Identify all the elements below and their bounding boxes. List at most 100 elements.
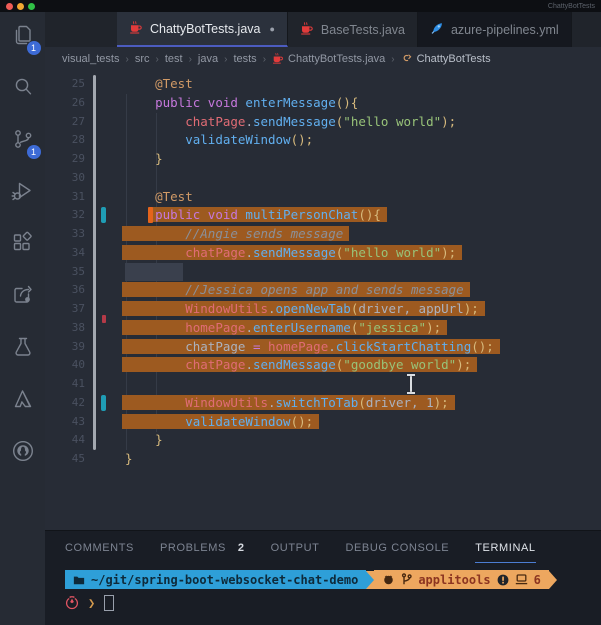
code-line[interactable]: 25 @Test <box>45 75 601 94</box>
line-number[interactable]: 26 <box>45 94 85 113</box>
line-number[interactable]: 43 <box>45 413 85 432</box>
line-number[interactable]: 30 <box>45 169 85 188</box>
window-title: ChattyBotTests <box>548 3 595 10</box>
tab-label: ChattyBotTests.java <box>150 22 260 36</box>
activity-bar-item-source-control[interactable]: 1 <box>8 126 38 156</box>
code-line[interactable]: 26 public void enterMessage(){ <box>45 94 601 113</box>
bottom-panel: COMMENTS PROBLEMS2 OUTPUT DEBUG CONSOLE TERM… <box>45 530 601 625</box>
breadcrumb-item[interactable]: test <box>165 53 183 65</box>
gutter-marker-red <box>102 315 106 323</box>
code-text: chatPage.sendMessage("goodbye world"); <box>125 356 601 375</box>
search-icon <box>10 74 36 105</box>
line-number[interactable]: 27 <box>45 113 85 132</box>
line-number[interactable]: 28 <box>45 131 85 150</box>
code-line[interactable]: 41 <box>45 375 601 394</box>
line-number[interactable]: 33 <box>45 225 85 244</box>
panel-tab-problems[interactable]: PROBLEMS2 <box>160 531 245 563</box>
code-line[interactable]: 40 chatPage.sendMessage("goodbye world")… <box>45 356 601 375</box>
terminal[interactable]: ~/git/spring-boot-websocket-chat-demo <box>45 563 601 625</box>
panel-tab-label: COMMENTS <box>65 542 134 554</box>
activity-bar-item-extensions[interactable] <box>8 230 38 260</box>
code-line[interactable]: 32 public void multiPersonChat(){ <box>45 206 601 225</box>
line-number[interactable]: 41 <box>45 375 85 394</box>
selection-stub <box>125 263 183 282</box>
panel-tab-terminal[interactable]: TERMINAL <box>475 531 535 563</box>
editor[interactable]: 25 @Test26 public void enterMessage(){27… <box>45 71 601 530</box>
activity-bar-item-run-debug[interactable] <box>8 178 38 208</box>
code-line[interactable]: 31 @Test <box>45 188 601 207</box>
tab-label: BaseTests.java <box>321 23 405 37</box>
github-octocat-icon <box>382 573 395 586</box>
line-number[interactable]: 29 <box>45 150 85 169</box>
code-text: //Jessica opens app and sends message <box>125 281 601 300</box>
code-line[interactable]: 35 <box>45 263 601 282</box>
code-line[interactable]: 33 //Angie sends message <box>45 225 601 244</box>
line-number[interactable]: 32 <box>45 206 85 225</box>
line-number[interactable]: 35 <box>45 263 85 282</box>
minimize-window-button[interactable] <box>17 3 24 10</box>
breadcrumb-item[interactable]: java <box>198 53 218 65</box>
panel-tab-output[interactable]: OUTPUT <box>271 531 320 563</box>
line-number[interactable]: 38 <box>45 319 85 338</box>
code-line[interactable]: 43 validateWindow(); <box>45 413 601 432</box>
code-line[interactable]: 38 homePage.enterUsername("jessica"); <box>45 319 601 338</box>
panel-tab-debug-console[interactable]: DEBUG CONSOLE <box>345 531 449 563</box>
code-line[interactable]: 37 WindowUtils.openNewTab(driver, appUrl… <box>45 300 601 319</box>
breadcrumb-separator: › <box>189 54 192 65</box>
code-line[interactable]: 42 WindowUtils.switchToTab(driver, 1); <box>45 394 601 413</box>
panel-tab-comments[interactable]: COMMENTS <box>65 531 134 563</box>
editor-tab-2[interactable]: BaseTests.java <box>288 12 418 47</box>
breadcrumb-item[interactable]: src <box>135 53 150 65</box>
code-line[interactable]: 36 //Jessica opens app and sends message <box>45 281 601 300</box>
code-line[interactable]: 34 chatPage.sendMessage("hello world"); <box>45 244 601 263</box>
panel-tab-bar: COMMENTS PROBLEMS2 OUTPUT DEBUG CONSOLE TERM… <box>45 531 601 563</box>
problems-count-badge: 2 <box>238 542 245 554</box>
line-number[interactable]: 37 <box>45 300 85 319</box>
code-line[interactable]: 30 <box>45 169 601 188</box>
activity-bar-item-test-beaker[interactable] <box>8 334 38 364</box>
activity-bar-item-azure[interactable] <box>8 386 38 416</box>
selection-highlight: WindowUtils.openNewTab(driver, appUrl); <box>125 301 479 316</box>
line-number[interactable]: 39 <box>45 338 85 357</box>
editor-tab-1[interactable]: ChattyBotTests.java ● <box>117 12 288 47</box>
code-line[interactable]: 39 chatPage = homePage.clickStartChattin… <box>45 338 601 357</box>
breadcrumb-item[interactable]: visual_tests <box>62 53 119 65</box>
selection-highlight: chatPage.sendMessage("hello world"); <box>125 245 456 260</box>
activity-bar-item-search[interactable] <box>8 74 38 104</box>
breadcrumb-label: visual_tests <box>62 53 119 65</box>
activity-bar-item-github[interactable] <box>8 438 38 468</box>
breadcrumb-item[interactable]: tests <box>233 53 256 65</box>
close-window-button[interactable] <box>6 3 13 10</box>
breadcrumb-item[interactable]: ChattyBotTests <box>401 52 491 67</box>
line-number[interactable]: 34 <box>45 244 85 263</box>
line-number[interactable]: 25 <box>45 75 85 94</box>
line-number[interactable]: 42 <box>45 394 85 413</box>
line-number[interactable]: 36 <box>45 281 85 300</box>
line-number[interactable]: 40 <box>45 356 85 375</box>
code-line[interactable]: 28 validateWindow(); <box>45 131 601 150</box>
code-line[interactable]: 44 } <box>45 431 601 450</box>
breadcrumb-separator: › <box>224 54 227 65</box>
dirty-indicator[interactable]: ● <box>269 24 274 34</box>
java-symbol-icon <box>272 52 284 67</box>
activity-bar-item-share[interactable] <box>8 282 38 312</box>
code-text: @Test <box>125 188 601 207</box>
gutter-marker-teal <box>101 207 106 223</box>
zoom-window-button[interactable] <box>28 3 35 10</box>
code-line[interactable]: 29 } <box>45 150 601 169</box>
activity-bar-item-explorer[interactable]: 1 <box>8 22 38 52</box>
line-number[interactable]: 44 <box>45 431 85 450</box>
line-number[interactable]: 31 <box>45 188 85 207</box>
line-number[interactable]: 45 <box>45 450 85 469</box>
breadcrumb-separator: › <box>263 54 266 65</box>
prompt-status-icon <box>65 596 79 610</box>
selection-highlight: validateWindow(); <box>125 414 313 429</box>
panel-tab-label: OUTPUT <box>271 542 320 554</box>
mouse-ibeam-cursor <box>405 373 417 395</box>
breadcrumb-item[interactable]: ChattyBotTests.java <box>272 52 385 67</box>
code-line[interactable]: 45} <box>45 450 601 469</box>
code-text: WindowUtils.openNewTab(driver, appUrl); <box>125 300 601 319</box>
editor-tab-3[interactable]: azure-pipelines.yml <box>418 12 572 47</box>
prompt-chevron: ❯ <box>88 596 95 610</box>
code-line[interactable]: 27 chatPage.sendMessage("hello world"); <box>45 113 601 132</box>
